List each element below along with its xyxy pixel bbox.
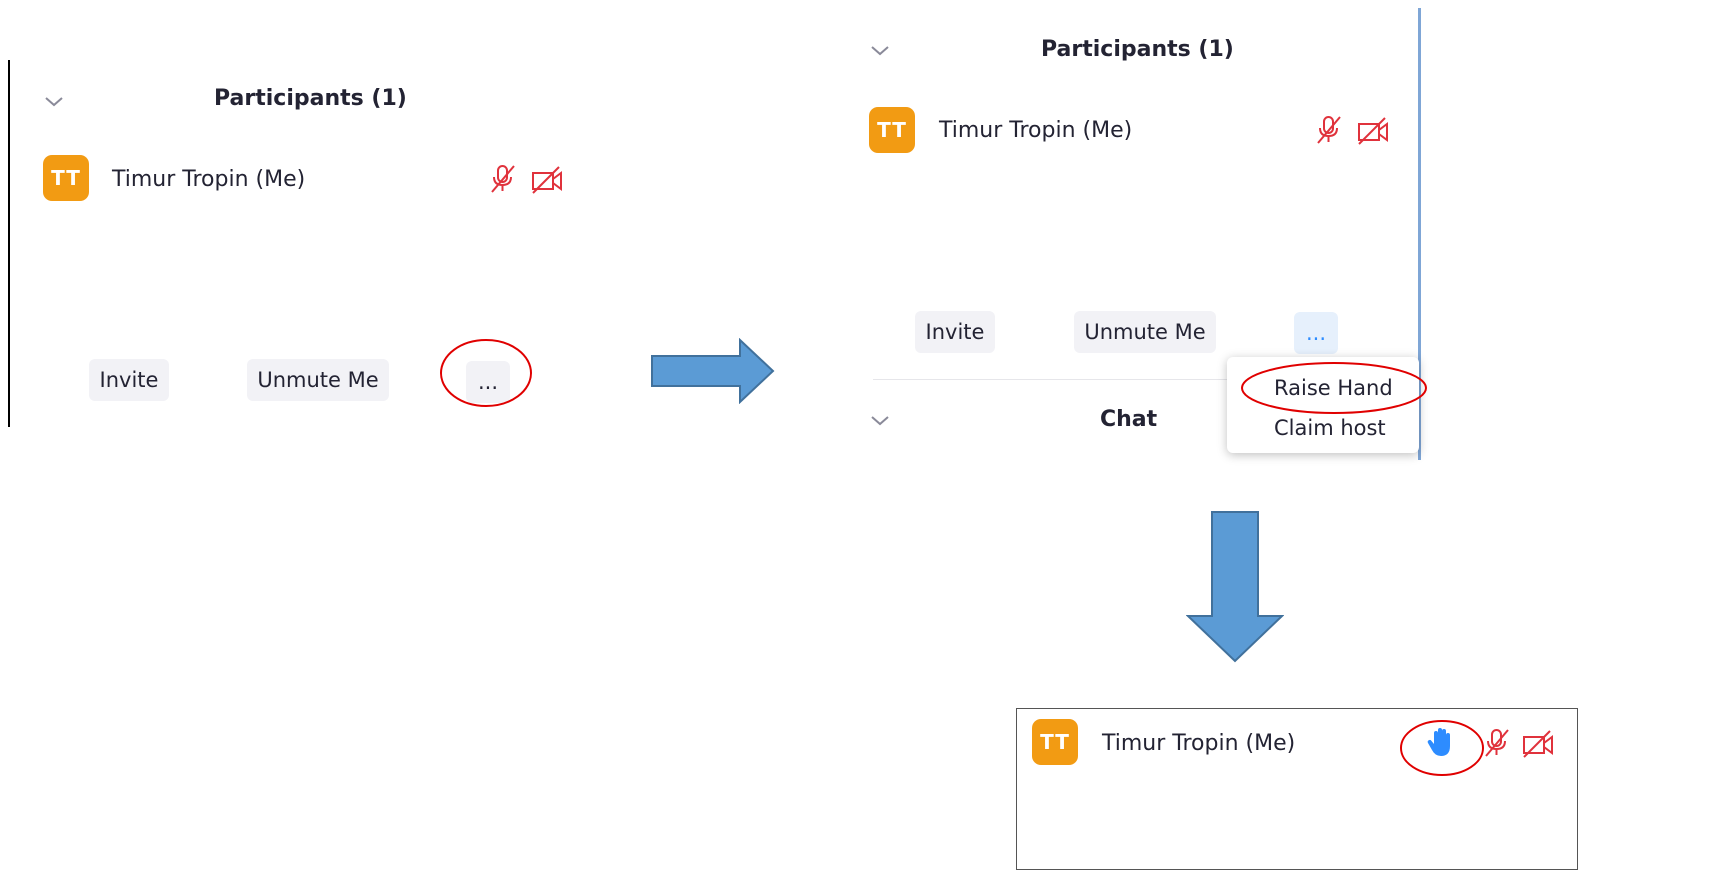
participant-name: Timur Tropin (Me) (1102, 731, 1296, 756)
red-ellipse-highlight (1241, 362, 1427, 414)
avatar: TT (1032, 719, 1078, 765)
chevron-down-icon[interactable] (868, 44, 892, 58)
video-off-icon[interactable] (530, 163, 564, 195)
avatar: TT (43, 155, 89, 201)
muted-microphone-icon[interactable] (1314, 114, 1344, 146)
muted-microphone-icon[interactable] (1482, 727, 1512, 759)
participants-title: Participants (1) (1041, 37, 1234, 62)
red-ellipse-highlight (440, 339, 532, 407)
chevron-down-icon[interactable] (42, 95, 66, 109)
red-ellipse-highlight (1400, 720, 1484, 776)
chevron-down-icon[interactable] (868, 414, 892, 428)
panel-left-border (8, 60, 10, 427)
arrow-down-icon (1186, 511, 1284, 663)
invite-button[interactable]: Invite (89, 359, 169, 401)
participants-title: Participants (1) (214, 86, 407, 111)
more-button[interactable]: ... (1294, 312, 1338, 354)
menu-item-claim-host[interactable]: Claim host (1274, 416, 1386, 440)
unmute-me-button[interactable]: Unmute Me (247, 359, 389, 401)
video-off-icon[interactable] (1356, 114, 1390, 146)
arrow-right-icon (651, 338, 775, 404)
participant-name: Timur Tropin (Me) (112, 167, 306, 192)
muted-microphone-icon[interactable] (488, 163, 518, 195)
video-off-icon[interactable] (1521, 727, 1555, 759)
participant-name: Timur Tropin (Me) (939, 118, 1133, 143)
unmute-me-button[interactable]: Unmute Me (1074, 311, 1216, 353)
section-divider (873, 379, 1233, 380)
chat-title: Chat (1100, 407, 1158, 432)
invite-button[interactable]: Invite (915, 311, 995, 353)
avatar: TT (869, 107, 915, 153)
